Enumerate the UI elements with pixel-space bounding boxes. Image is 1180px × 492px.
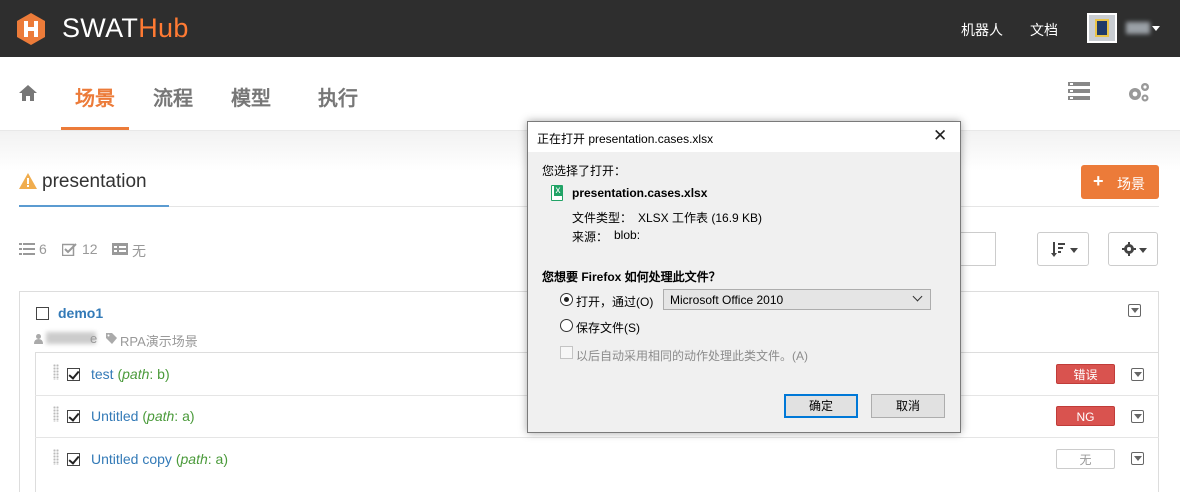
- top-bar: SWATHub 机器人 文档: [0, 0, 1180, 57]
- file-type-value: XLSX 工作表 (16.9 KB): [638, 211, 763, 225]
- case-name-link[interactable]: Untitled (path: a): [91, 408, 195, 424]
- status-badge: 无: [1056, 449, 1115, 469]
- list-icon: [19, 243, 35, 255]
- swathub-logo-icon[interactable]: [16, 13, 46, 45]
- nav-docs-link[interactable]: 文档: [1030, 20, 1058, 40]
- case-expand-icon[interactable]: [1131, 452, 1144, 465]
- case-expand-icon[interactable]: [1131, 410, 1144, 423]
- tag-icon: [106, 333, 117, 344]
- user-menu-caret-icon[interactable]: [1152, 26, 1160, 31]
- nav-robots-link[interactable]: 机器人: [961, 20, 1003, 40]
- remember-label[interactable]: 以后自动采用相同的动作处理此类文件。(A): [576, 347, 808, 364]
- active-tab-indicator: [61, 127, 129, 130]
- gear-icon: [1122, 242, 1136, 256]
- path-close-paren: ): [164, 366, 170, 382]
- section-nav: 场景 流程 模型 执行: [0, 57, 1180, 131]
- case-name-link[interactable]: test (path: b): [91, 366, 170, 382]
- open-with-label[interactable]: 打开，通过(O): [576, 293, 653, 310]
- tab-scenes[interactable]: 场景: [75, 82, 115, 111]
- status-badge: NG: [1056, 406, 1115, 426]
- avatar[interactable]: [1087, 13, 1117, 43]
- gears-icon[interactable]: [1127, 81, 1151, 103]
- action-question: 您想要 Firefox 如何处理此文件？: [542, 270, 721, 284]
- open-with-radio[interactable]: [560, 293, 573, 306]
- checklist-icon: [62, 243, 77, 256]
- open-file-dialog: 正在打开 presentation.cases.xlsx ✕ 您选择了打开： p…: [527, 121, 961, 433]
- chevron-down-icon: [912, 291, 923, 302]
- drag-handle-icon[interactable]: [53, 364, 59, 380]
- open-with-app-select[interactable]: Microsoft Office 2010: [663, 289, 931, 310]
- home-icon[interactable]: [19, 85, 37, 101]
- path-colon: :: [207, 451, 216, 467]
- case-checkbox[interactable]: [67, 368, 80, 381]
- list-view-icon[interactable]: [1068, 82, 1090, 100]
- path-key: path: [122, 366, 150, 382]
- sort-caret-icon: [1070, 248, 1078, 253]
- dialog-title: 正在打开 presentation.cases.xlsx: [537, 132, 714, 146]
- scene-tag[interactable]: RPA演示场景: [120, 331, 198, 350]
- tab-executions[interactable]: 执行: [318, 82, 358, 111]
- sort-button[interactable]: [1037, 232, 1089, 266]
- selected-app: Microsoft Office 2010: [670, 293, 784, 307]
- source-value: blob:: [614, 228, 641, 242]
- case-group-count: 6: [39, 241, 47, 257]
- avatar-image: [1095, 19, 1109, 37]
- scene-title: presentation: [42, 171, 147, 192]
- tab-flows[interactable]: 流程: [153, 82, 193, 111]
- user-icon: [34, 334, 43, 344]
- file-type-label: 文件类型：: [572, 211, 633, 225]
- add-scene-button[interactable]: + 场景: [1081, 165, 1159, 199]
- save-file-label[interactable]: 保存文件(S): [576, 319, 640, 336]
- path-colon: :: [149, 366, 158, 382]
- sort-icon: [1051, 242, 1065, 257]
- file-name: presentation.cases.xlsx: [572, 186, 708, 200]
- tag-list-icon: [112, 243, 128, 255]
- case-checkbox[interactable]: [67, 453, 80, 466]
- drag-handle-icon[interactable]: [53, 449, 59, 465]
- add-scene-label: 场景: [1117, 176, 1145, 192]
- case-group-name[interactable]: demo1: [58, 305, 103, 321]
- cancel-button[interactable]: 取消: [871, 394, 945, 418]
- status-badge: 错误: [1056, 364, 1115, 384]
- case-checkbox[interactable]: [67, 410, 80, 423]
- plus-icon: +: [1093, 171, 1104, 191]
- case-name-text: Untitled copy: [91, 451, 172, 467]
- group-checkbox[interactable]: [36, 307, 49, 320]
- case-name-text: test: [91, 366, 114, 382]
- group-expand-icon[interactable]: [1128, 304, 1141, 317]
- path-close-paren: ): [223, 451, 228, 467]
- close-icon[interactable]: ✕: [933, 126, 947, 146]
- path-key: path: [147, 408, 175, 424]
- path-close-paren: ): [189, 408, 195, 424]
- owner-name-suffix: e: [90, 331, 98, 346]
- excel-icon: [551, 185, 563, 201]
- tab-models[interactable]: 模型: [231, 82, 271, 111]
- dialog-titlebar[interactable]: 正在打开 presentation.cases.xlsx ✕: [528, 122, 960, 152]
- row-divider: [35, 437, 1159, 438]
- path-key: path: [180, 451, 208, 467]
- ok-button[interactable]: 确定: [784, 394, 858, 418]
- path-value: a: [182, 408, 190, 424]
- case-name-link[interactable]: Untitled copy (path: a): [91, 451, 228, 467]
- warning-icon: [19, 173, 37, 189]
- drag-handle-icon[interactable]: [53, 406, 59, 422]
- settings-caret-icon: [1139, 248, 1147, 253]
- app-logo-text[interactable]: SWATHub: [62, 13, 189, 44]
- settings-button[interactable]: [1108, 232, 1158, 266]
- tag-count: 无: [132, 243, 146, 259]
- title-underline: [19, 205, 169, 207]
- path-colon: :: [174, 408, 183, 424]
- remember-checkbox[interactable]: [560, 346, 573, 359]
- path-value: b: [157, 366, 165, 382]
- case-name-text: Untitled: [91, 408, 139, 424]
- case-expand-icon[interactable]: [1131, 368, 1144, 381]
- username-blurred[interactable]: [1126, 22, 1150, 34]
- logo-accent-text: Hub: [138, 13, 189, 43]
- logo-main-text: SWAT: [62, 13, 139, 43]
- chosen-label: 您选择了打开：: [542, 164, 627, 178]
- case-count: 12: [82, 241, 98, 257]
- save-file-radio[interactable]: [560, 319, 573, 332]
- owner-name-blurred: [46, 332, 96, 344]
- source-label: 来源：: [572, 230, 609, 244]
